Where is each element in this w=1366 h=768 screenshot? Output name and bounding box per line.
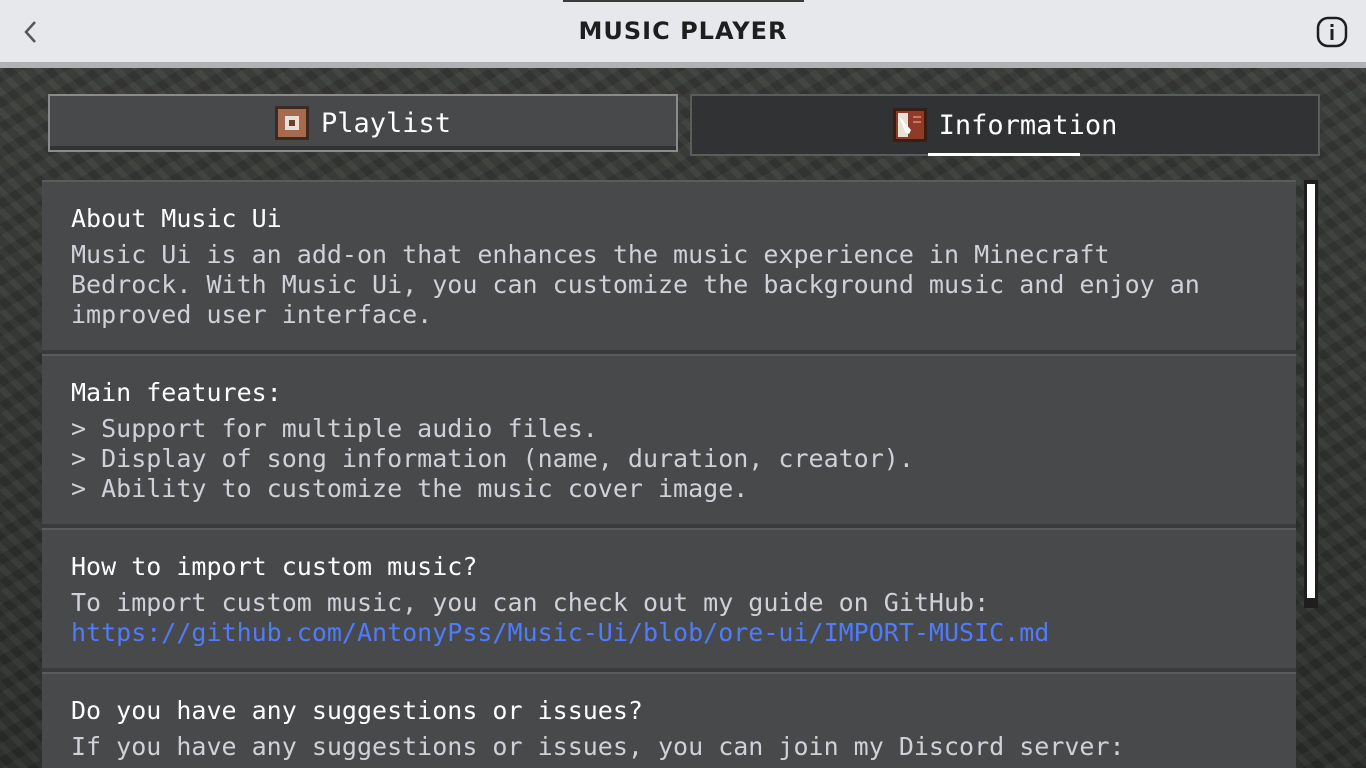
- tab-playlist[interactable]: Playlist: [48, 94, 678, 152]
- github-guide-link[interactable]: https://github.com/AntonyPss/Music-Ui/bl…: [71, 618, 1267, 648]
- import-heading: How to import custom music?: [71, 552, 478, 581]
- about-line: Bedrock. With Music Ui, you can customiz…: [71, 270, 1200, 299]
- import-text: To import custom music, you can check ou…: [71, 588, 990, 617]
- header-bar: MUSIC PLAYER: [0, 0, 1366, 68]
- music-disc-icon: [274, 106, 309, 140]
- tab-playlist-label: Playlist: [320, 107, 452, 139]
- about-line: improved user interface.: [71, 300, 433, 329]
- info-button[interactable]: [1314, 14, 1350, 50]
- information-panel[interactable]: About Music Ui Music Ui is an add-on tha…: [42, 180, 1296, 768]
- header-notch: [563, 0, 804, 2]
- about-heading: About Music Ui: [71, 204, 282, 233]
- suggestions-text: If you have any suggestions or issues, y…: [71, 732, 1125, 761]
- book-quill-icon: [892, 108, 927, 142]
- feature-item: > Display of song information (name, dur…: [71, 444, 914, 473]
- scrollbar-thumb[interactable]: [1307, 184, 1315, 598]
- page-title: MUSIC PLAYER: [578, 17, 788, 45]
- feature-item: > Ability to customize the music cover i…: [71, 474, 749, 503]
- about-line: Music Ui is an add-on that enhances the …: [71, 240, 1110, 269]
- about-section: About Music Ui Music Ui is an add-on tha…: [42, 180, 1296, 354]
- features-section: Main features: > Support for multiple au…: [42, 354, 1296, 528]
- features-heading: Main features:: [71, 378, 282, 407]
- import-section: How to import custom music? To import cu…: [42, 528, 1296, 672]
- suggestions-section: Do you have any suggestions or issues? I…: [42, 672, 1296, 768]
- info-icon: [1316, 16, 1348, 48]
- feature-item: > Support for multiple audio files.: [71, 414, 598, 443]
- selected-tab-indicator: [928, 153, 1080, 156]
- tab-information[interactable]: Information: [690, 94, 1320, 156]
- tab-information-label: Information: [938, 109, 1118, 141]
- suggestions-heading: Do you have any suggestions or issues?: [71, 696, 643, 725]
